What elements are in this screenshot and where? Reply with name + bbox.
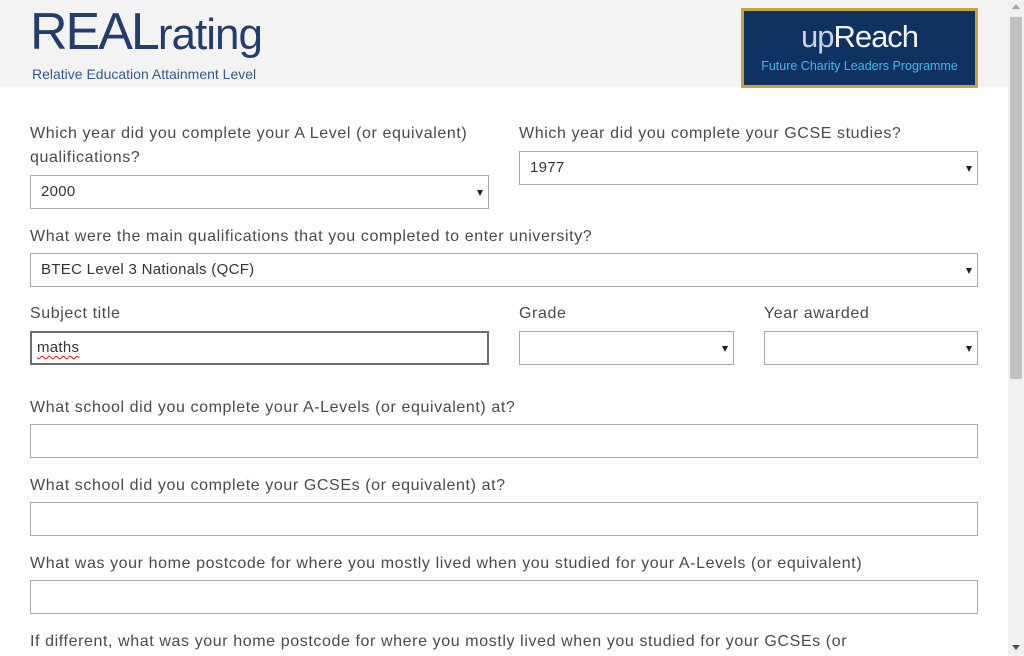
alevel-year-label: Which year did you complete your A Level…: [30, 125, 468, 166]
gcse-year-value: 1977: [530, 159, 565, 176]
logo-tagline: Relative Education Attainment Level: [32, 66, 257, 82]
logo-strong: REAL: [30, 3, 160, 61]
qualifications-label: What were the main qualifications that y…: [30, 228, 593, 245]
subject-title-input[interactable]: maths: [30, 331, 489, 365]
qualifications-select[interactable]: BTEC Level 3 Nationals (QCF): [30, 253, 978, 287]
upreach-up: up: [800, 19, 834, 54]
subject-title-label: Subject title: [30, 305, 121, 322]
subject-title-value: maths: [37, 339, 80, 356]
alevel-postcode-input[interactable]: [30, 580, 978, 614]
gcse-school-input[interactable]: [30, 502, 978, 536]
site-header: REALrating Relative Education Attainment…: [0, 0, 1008, 88]
vertical-scrollbar[interactable]: [1008, 0, 1024, 656]
alevel-school-label: What school did you complete your A-Leve…: [30, 399, 516, 416]
dropdown-arrow-icon: [722, 346, 728, 352]
gcse-year-select[interactable]: 1977: [519, 151, 978, 185]
upreach-logo[interactable]: upReach Future Charity Leaders Programme: [741, 8, 978, 88]
upreach-tagline: Future Charity Leaders Programme: [761, 59, 958, 73]
dropdown-arrow-icon: [966, 346, 972, 352]
year-awarded-select[interactable]: [764, 331, 978, 365]
grade-label: Grade: [519, 305, 567, 322]
dropdown-arrow-icon: [966, 268, 972, 274]
logo-light: rating: [157, 10, 263, 59]
scrollbar-thumb[interactable]: [1010, 17, 1022, 379]
dropdown-arrow-icon: [477, 190, 483, 196]
upreach-reach: Reach: [833, 19, 919, 54]
alevel-postcode-label: What was your home postcode for where yo…: [30, 555, 863, 572]
dropdown-arrow-icon: [966, 166, 972, 172]
gcse-school-label: What school did you complete your GCSEs …: [30, 477, 506, 494]
upreach-name: upReach: [744, 19, 975, 55]
gcse-postcode-label: If different, what was your home postcod…: [30, 633, 848, 650]
scroll-down-arrow-icon[interactable]: [1012, 645, 1020, 650]
alevel-year-select[interactable]: 2000: [30, 175, 489, 209]
grade-select[interactable]: [519, 331, 734, 365]
realrating-logo[interactable]: REALrating: [30, 2, 263, 65]
gcse-year-label: Which year did you complete your GCSE st…: [519, 125, 902, 142]
alevel-school-input[interactable]: [30, 424, 978, 458]
year-awarded-label: Year awarded: [764, 305, 870, 322]
alevel-year-value: 2000: [41, 183, 76, 200]
scroll-up-arrow-icon[interactable]: [1012, 4, 1020, 9]
qualifications-value: BTEC Level 3 Nationals (QCF): [41, 261, 255, 278]
